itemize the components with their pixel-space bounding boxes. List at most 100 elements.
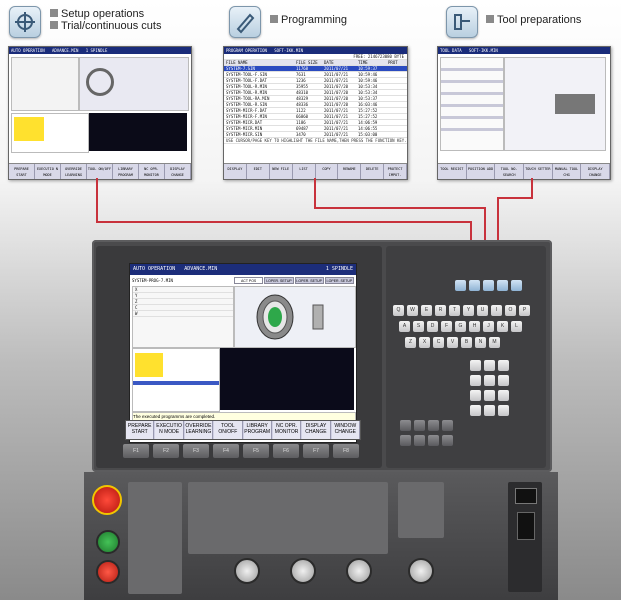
quick-access-key[interactable] xyxy=(483,280,494,291)
hw-f6[interactable]: F6 xyxy=(273,444,299,458)
key-d[interactable]: D xyxy=(427,321,438,332)
programming-hint: USE CURSOR/PAGE KEY TO HIGHLIGHT THE FIL… xyxy=(224,138,407,144)
fkey-prepare-start[interactable]: PREPARE START xyxy=(126,421,155,439)
numeric-key[interactable] xyxy=(484,360,495,371)
file-cell: 2011/07/20 xyxy=(324,96,349,101)
cursor-key[interactable] xyxy=(442,420,453,431)
key-e[interactable]: E xyxy=(421,305,432,316)
fkey-override-learning[interactable]: OVERRIDE LEARNING xyxy=(184,421,214,439)
tab-setup-1[interactable]: I-OPER. SETUP xyxy=(264,277,294,284)
emergency-stop-button[interactable] xyxy=(92,485,122,515)
key-b[interactable]: B xyxy=(461,337,472,348)
cursor-key[interactable] xyxy=(400,420,411,431)
cursor-key[interactable] xyxy=(400,435,411,446)
program-list xyxy=(132,348,220,412)
file-cell xyxy=(388,72,404,77)
key-h[interactable]: H xyxy=(469,321,480,332)
key-m[interactable]: M xyxy=(489,337,500,348)
main-program-name: SYSTEM-PROG-7.MIN xyxy=(132,278,173,283)
numeric-key[interactable] xyxy=(498,390,509,401)
key-n[interactable]: N xyxy=(475,337,486,348)
key-a[interactable]: A xyxy=(399,321,410,332)
numeric-key[interactable] xyxy=(470,375,481,386)
fkey-display-change[interactable]: DISPLAY CHANGE xyxy=(302,421,331,439)
key-k[interactable]: K xyxy=(497,321,508,332)
quick-access-key[interactable] xyxy=(469,280,480,291)
fkey-library-program[interactable]: LIBRARY PROGRAM xyxy=(243,421,272,439)
wire-programming-vertical xyxy=(314,178,316,208)
file-cell xyxy=(388,84,404,89)
key-j[interactable]: J xyxy=(483,321,494,332)
cursor-key[interactable] xyxy=(428,435,439,446)
cursor-key[interactable] xyxy=(442,435,453,446)
key-s[interactable]: S xyxy=(413,321,424,332)
cursor-key[interactable] xyxy=(414,420,425,431)
key-i[interactable]: I xyxy=(491,305,502,316)
fkey-tool-on-off[interactable]: TOOL ON/OFF xyxy=(214,421,243,439)
fkey-nc-opr-monitor[interactable]: NC OPR. MONITOR xyxy=(272,421,302,439)
key-g[interactable]: G xyxy=(455,321,466,332)
key-q[interactable]: Q xyxy=(393,305,404,316)
nc-program-view xyxy=(220,348,354,410)
file-cell: 10:53:34 xyxy=(358,84,378,89)
fkey-window-change[interactable]: WINDOW CHANGE xyxy=(331,421,360,439)
file-cell: SYSTEM-MICR-F.MIN xyxy=(226,114,267,119)
cursor-key[interactable] xyxy=(414,435,425,446)
file-cell: 15:27:52 xyxy=(358,114,378,119)
quick-access-key[interactable] xyxy=(511,280,522,291)
auto-op-title: AUTO OPERATION ADVANCE.MIN 1 SPINDLE xyxy=(9,47,191,54)
quick-access-key[interactable] xyxy=(455,280,466,291)
file-cell: 1186 xyxy=(296,120,306,125)
key-z[interactable]: Z xyxy=(405,337,416,348)
quick-access-key[interactable] xyxy=(497,280,508,291)
numeric-key[interactable] xyxy=(498,360,509,371)
key-w[interactable]: W xyxy=(407,305,418,316)
key-v[interactable]: V xyxy=(447,337,458,348)
hw-f3[interactable]: F3 xyxy=(183,444,209,458)
file-cell: 66860 xyxy=(296,114,309,119)
key-o[interactable]: O xyxy=(505,305,516,316)
key-r[interactable]: R xyxy=(435,305,446,316)
hw-f8[interactable]: F8 xyxy=(333,444,359,458)
key-f[interactable]: F xyxy=(441,321,452,332)
spindle-override-1-knob[interactable] xyxy=(346,558,372,584)
tab-act-pos[interactable]: ACT POS xyxy=(234,277,264,284)
numeric-key[interactable] xyxy=(484,375,495,386)
numeric-key[interactable] xyxy=(470,390,481,401)
tool-data-screenshot: TOOL DATA SOFT-IKK.MIN TOOL REGIST POSIT… xyxy=(437,46,611,180)
feed-override-knob[interactable] xyxy=(234,558,260,584)
key-c[interactable]: C xyxy=(433,337,444,348)
key-u[interactable]: U xyxy=(477,305,488,316)
cycle-stop-button[interactable] xyxy=(96,560,120,584)
fkey-execution-mode[interactable]: EXECUTIO N MODE xyxy=(155,421,184,439)
key-x[interactable]: X xyxy=(419,337,430,348)
key-y[interactable]: Y xyxy=(463,305,474,316)
numeric-key[interactable] xyxy=(484,390,495,401)
programming-title: PROGRAM OPERATION SOFT-IKK.MIN xyxy=(224,47,407,54)
spindle-override-2-knob[interactable] xyxy=(408,558,434,584)
file-cell xyxy=(388,120,404,125)
file-cell: SYSTEM-TOOL-R.SIN xyxy=(226,102,267,107)
cycle-start-button[interactable] xyxy=(96,530,120,554)
position-panel: X Y Z C W xyxy=(132,286,234,348)
key-t[interactable]: T xyxy=(449,305,460,316)
hw-f1[interactable]: F1 xyxy=(123,444,149,458)
hw-f7[interactable]: F7 xyxy=(303,444,329,458)
key-l[interactable]: L xyxy=(511,321,522,332)
numeric-key[interactable] xyxy=(498,375,509,386)
cursor-key[interactable] xyxy=(428,420,439,431)
tab-setup-3[interactable]: I-OPER. SETUP xyxy=(324,277,354,284)
file-cell xyxy=(388,66,404,71)
file-cell: SYSTEM-TOOL-R.MIN xyxy=(226,84,267,89)
hw-f4[interactable]: F4 xyxy=(213,444,239,458)
hw-f2[interactable]: F2 xyxy=(153,444,179,458)
file-cell: 1122 xyxy=(296,108,306,113)
key-p[interactable]: P xyxy=(519,305,530,316)
numeric-key[interactable] xyxy=(498,405,509,416)
numeric-key[interactable] xyxy=(470,360,481,371)
rapid-override-knob[interactable] xyxy=(290,558,316,584)
numeric-key[interactable] xyxy=(484,405,495,416)
numeric-key[interactable] xyxy=(470,405,481,416)
tab-setup-2[interactable]: I-OPER. SETUP xyxy=(294,277,324,284)
hw-f5[interactable]: F5 xyxy=(243,444,269,458)
